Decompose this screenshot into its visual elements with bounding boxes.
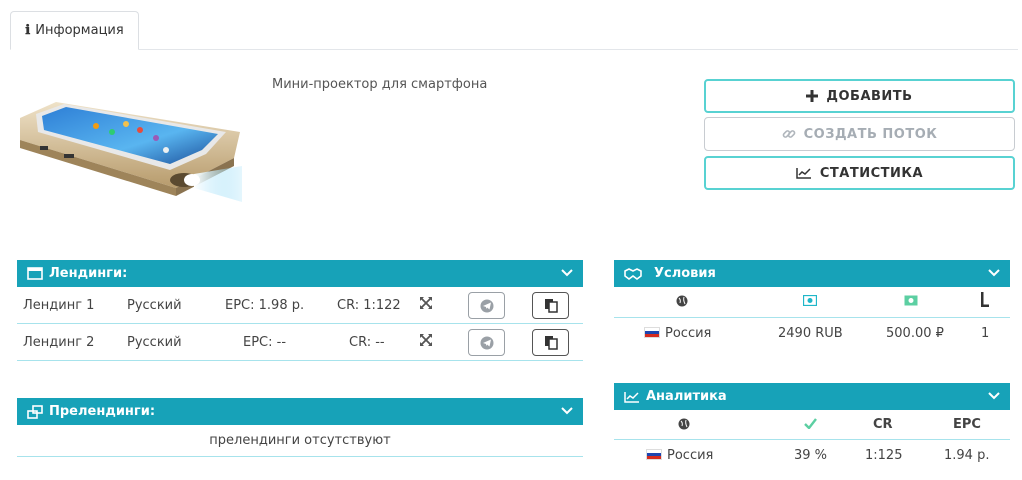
analytics-row: Россия 39 % 1:125 1.94 р.: [614, 440, 1010, 470]
copy-button[interactable]: [532, 292, 569, 319]
analytics-epc: 1.94 р.: [944, 447, 990, 463]
prelandings-empty-text: прелендинги отсутствуют: [209, 433, 391, 448]
conditions-header-row: [614, 287, 1010, 318]
conditions-row: Россия 2490 RUB 500.00 ₽ 1: [614, 318, 1010, 348]
conditions-panel-header[interactable]: Условия: [614, 260, 1010, 287]
landing-language: Русский: [127, 334, 182, 350]
landing-cr: CR: --: [349, 334, 385, 350]
prelandings-panel-title: Прелендинги:: [49, 404, 156, 419]
line-chart-icon: [796, 167, 812, 179]
analytics-approve: 39 %: [794, 447, 828, 463]
landings-panel-title: Лендинги:: [49, 266, 128, 281]
link-icon: [782, 127, 796, 141]
product-title: Мини-проектор для смартфона: [272, 77, 488, 92]
level-down-icon: [980, 292, 989, 312]
globe-icon: [678, 418, 690, 434]
landing-epc: EPC: 1.98 р.: [225, 297, 305, 313]
create-flow-button-label: СОЗДАТЬ ПОТОК: [803, 126, 938, 142]
landing-epc: EPC: --: [243, 334, 287, 350]
tab-bar-divider: [138, 49, 1018, 50]
check-icon: [804, 418, 817, 433]
landing-row: Лендинг 1 Русский EPC: 1.98 р. CR: 1:122: [17, 287, 583, 324]
analytics-cr-header: CR: [873, 417, 893, 432]
conditions-country-name: Россия: [665, 325, 712, 341]
russia-flag-icon: [644, 326, 660, 338]
tab-label: Информация: [35, 23, 124, 38]
copy-icon: [544, 299, 558, 313]
clone-icon: [27, 404, 43, 419]
analytics-panel-title: Аналитика: [646, 389, 727, 404]
add-button[interactable]: ДОБАВИТЬ: [704, 79, 1015, 113]
chevron-down-icon[interactable]: [988, 266, 1000, 282]
landing-name: Лендинг 2: [23, 334, 95, 350]
telegram-icon: [480, 299, 493, 312]
chevron-down-icon[interactable]: [561, 266, 573, 282]
expand-icon[interactable]: [419, 333, 433, 351]
landing-cr: CR: 1:122: [337, 297, 401, 313]
copy-icon: [544, 336, 558, 350]
telegram-button[interactable]: [468, 329, 505, 356]
chevron-down-icon[interactable]: [988, 389, 1000, 405]
landings-panel-header[interactable]: Лендинги:: [17, 260, 583, 287]
telegram-icon: [480, 336, 493, 349]
globe-icon: [676, 295, 688, 311]
tab-bar: ℹ Информация: [0, 0, 1022, 50]
conditions-price: 2490 RUB: [778, 325, 843, 341]
landing-language: Русский: [127, 297, 182, 313]
tab-information[interactable]: ℹ Информация: [10, 11, 139, 50]
landing-row: Лендинг 2 Русский EPC: -- CR: --: [17, 324, 583, 361]
analytics-country-name: Россия: [667, 447, 714, 463]
window-icon: [27, 267, 43, 280]
info-icon: ℹ: [25, 23, 31, 38]
telegram-button[interactable]: [468, 292, 505, 319]
handshake-icon: [624, 267, 642, 280]
create-flow-button[interactable]: СОЗДАТЬ ПОТОК: [704, 117, 1015, 151]
prelandings-panel-header[interactable]: Прелендинги:: [17, 398, 583, 425]
analytics-header-row: CR EPC: [614, 410, 1010, 440]
prelandings-empty-row: прелендинги отсутствуют: [17, 425, 583, 457]
analytics-country: Россия: [646, 448, 713, 463]
expand-icon[interactable]: [419, 296, 433, 314]
conditions-panel-title: Условия: [654, 266, 716, 281]
analytics-cr: 1:125: [865, 447, 903, 463]
statistics-button[interactable]: СТАТИСТИКА: [704, 156, 1015, 190]
russia-flag-icon: [646, 448, 662, 460]
conditions-payout: 500.00 ₽: [886, 325, 944, 341]
conditions-limit: 1: [981, 325, 990, 341]
landing-name: Лендинг 1: [23, 297, 95, 313]
line-chart-icon: [624, 391, 640, 403]
analytics-panel-header[interactable]: Аналитика: [614, 383, 1010, 410]
statistics-button-label: СТАТИСТИКА: [819, 165, 924, 181]
product-image: [20, 102, 242, 202]
money-icon: [904, 295, 918, 310]
plus-icon: [806, 90, 819, 102]
add-button-label: ДОБАВИТЬ: [826, 88, 913, 104]
money-icon: [802, 294, 818, 310]
analytics-epc-header: EPC: [953, 417, 981, 432]
chevron-down-icon[interactable]: [561, 404, 573, 420]
conditions-country: Россия: [644, 326, 711, 341]
copy-button[interactable]: [532, 329, 569, 356]
